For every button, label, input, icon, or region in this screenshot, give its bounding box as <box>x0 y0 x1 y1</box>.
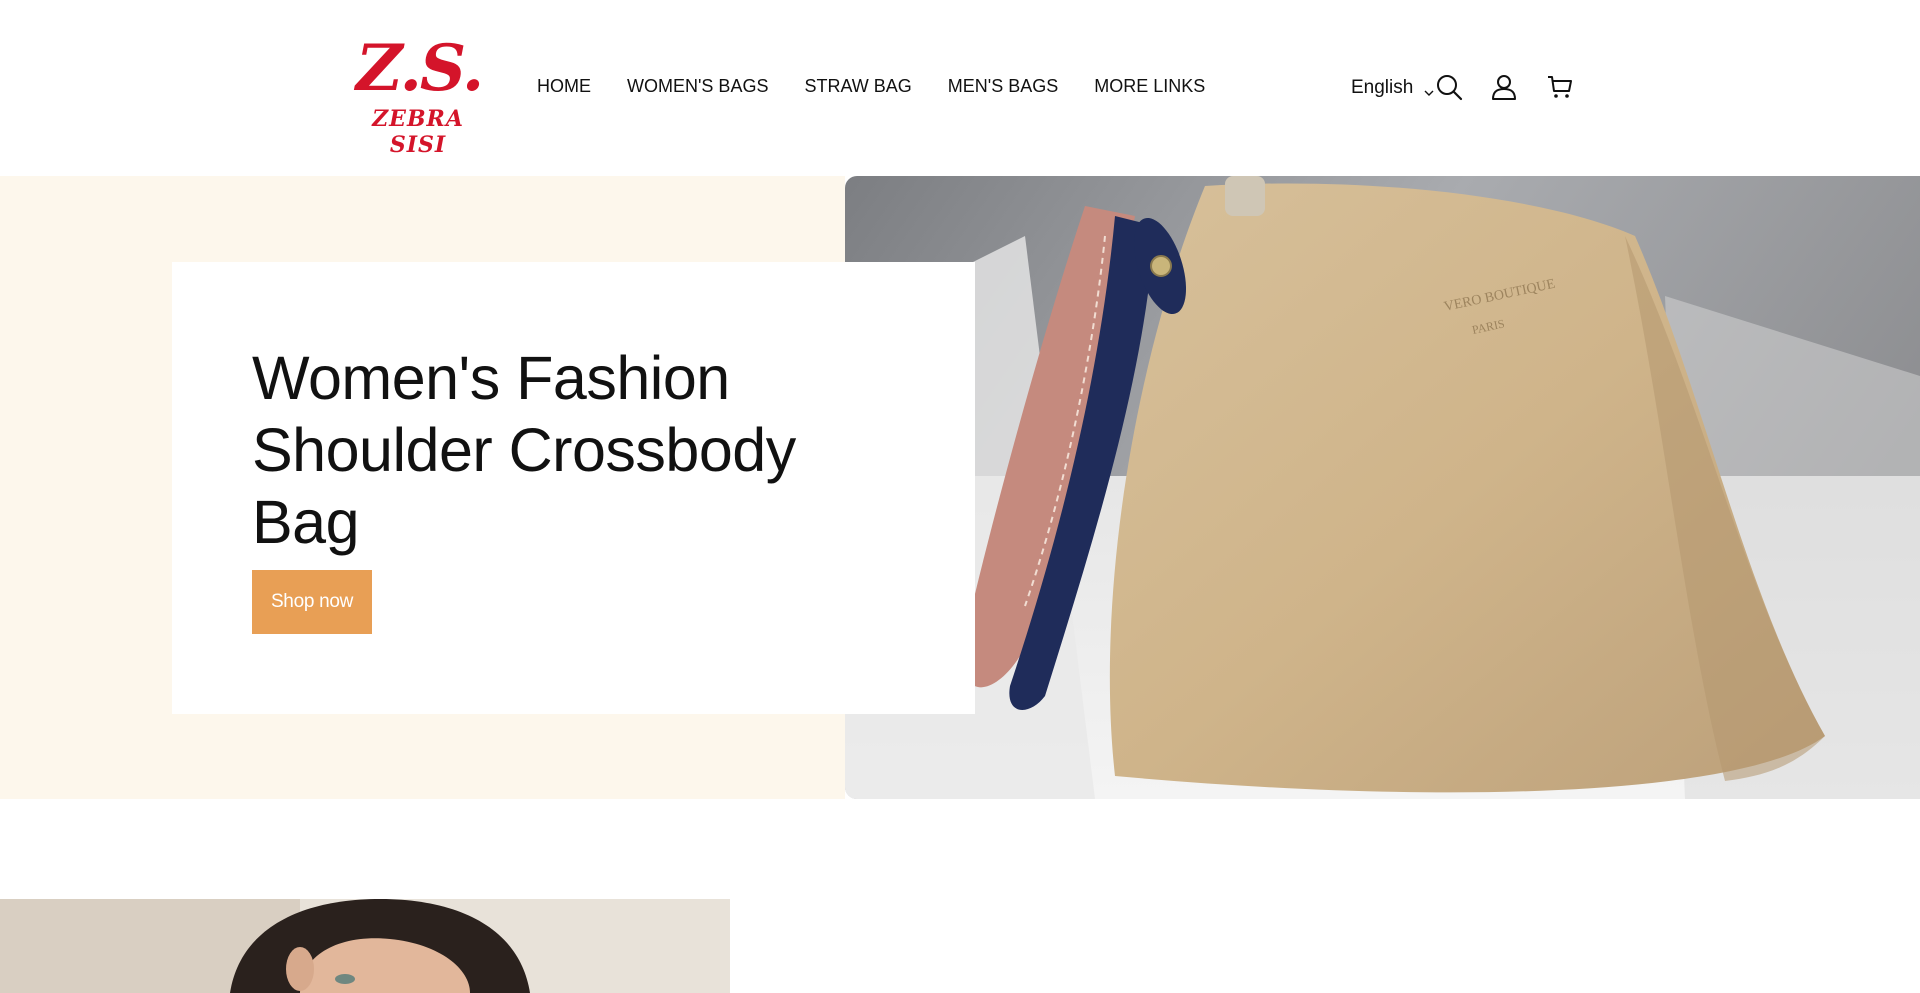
nav-item-more-links[interactable]: MORE LINKS <box>1094 74 1205 98</box>
feature-image[interactable] <box>0 899 730 993</box>
search-icon[interactable] <box>1434 72 1464 102</box>
hero-title: Women's Fashion Shoulder Crossbody Bag <box>252 344 796 556</box>
nav-item-straw-bag[interactable]: STRAW BAG <box>804 74 911 98</box>
nav-item-home[interactable]: HOME <box>537 74 591 98</box>
site-header: Z.S. ZEBRA SISI HOME WOMEN'S BAGS STRAW … <box>0 0 1920 176</box>
language-label: English <box>1351 77 1414 98</box>
logo-name: ZEBRA SISI <box>372 106 464 158</box>
hero-banner: VERO BOUTIQUE PARIS Women's Fashion Shou… <box>0 176 1920 799</box>
language-selector[interactable]: English <box>1351 76 1435 100</box>
cart-icon[interactable] <box>1545 72 1575 102</box>
logo-mark: Z.S. <box>356 31 484 106</box>
shop-now-button[interactable]: Shop now <box>252 570 372 634</box>
main-nav: HOME WOMEN'S BAGS STRAW BAG MEN'S BAGS M… <box>537 74 1241 98</box>
nav-item-womens-bags[interactable]: WOMEN'S BAGS <box>627 74 768 98</box>
nav-item-mens-bags[interactable]: MEN'S BAGS <box>948 74 1058 98</box>
hero-card: Women's Fashion Shoulder Crossbody Bag S… <box>172 262 975 714</box>
brand-logo[interactable]: Z.S. ZEBRA SISI <box>356 31 484 159</box>
hero-product-image[interactable]: VERO BOUTIQUE PARIS <box>845 176 1920 799</box>
account-icon[interactable] <box>1489 72 1519 102</box>
